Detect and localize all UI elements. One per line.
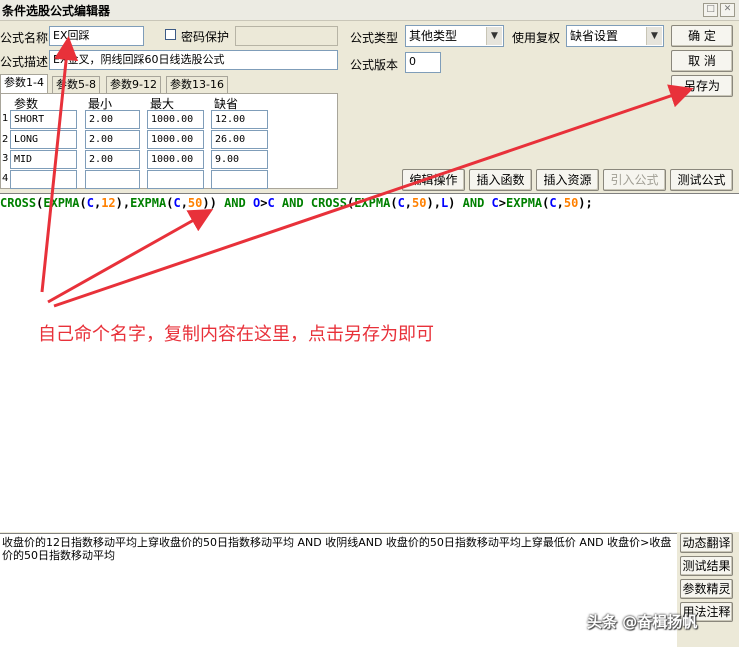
formula-type-label: 公式类型 [350, 31, 399, 45]
window-title: 条件选股公式编辑器 [2, 4, 111, 18]
code-token: 50 [187, 196, 203, 210]
row-number: 4 [2, 173, 9, 184]
fq-select[interactable]: 缺省设置 ▼ [566, 25, 664, 47]
test-result-button[interactable]: 测试结果 [680, 556, 733, 576]
chevron-down-icon[interactable]: ▼ [486, 27, 502, 45]
edit-op-button[interactable]: 编辑操作 [402, 169, 465, 191]
fq-label: 使用复权 [512, 31, 561, 45]
insert-res-button[interactable]: 插入资源 [536, 169, 599, 191]
code-token: EXPMA [130, 196, 167, 210]
code-token: C [86, 196, 94, 210]
param-min-cell[interactable]: 2.00 [85, 150, 140, 169]
code-token: ( [390, 196, 398, 210]
code-token: C [491, 196, 499, 210]
formula-desc-label: 公式描述 [0, 55, 49, 69]
formula-type-select[interactable]: 其他类型 ▼ [405, 25, 504, 47]
param-default-cell[interactable]: 12.00 [211, 110, 268, 129]
code-token: 50 [563, 196, 579, 210]
formula-name-input[interactable]: EX回踩 [49, 26, 144, 46]
formula-explanation: 收盘价的12日指数移动平均上穿收盘价的50日指数移动平均 AND 收阴线AND … [0, 533, 677, 647]
param-name-cell[interactable]: LONG [10, 130, 77, 149]
code-editor[interactable] [0, 193, 739, 532]
save-as-button[interactable]: 另存为 [671, 75, 733, 97]
row-number: 3 [2, 153, 9, 164]
param-name-cell[interactable] [10, 170, 77, 189]
code-token: 50 [412, 196, 427, 210]
formula-desc-input[interactable]: EX金叉，阴线回踩60日线选股公式 [49, 50, 338, 70]
ok-button[interactable]: 确 定 [671, 25, 733, 47]
code-token: CROSS [0, 196, 37, 210]
code-token: ) [448, 196, 463, 210]
close-icon[interactable]: ✕ [720, 3, 735, 17]
param-max-cell[interactable]: 1000.00 [147, 150, 204, 169]
tab-params-1-4[interactable]: 参数1-4 [0, 74, 48, 94]
password-label: 密码保护 [181, 30, 230, 44]
fq-value: 缺省设置 [570, 29, 619, 43]
code-token: C [549, 196, 557, 210]
code-line: CROSS(EXPMA(C,12),EXPMA(C,50)) AND O>C A… [0, 196, 593, 210]
code-token: C [397, 196, 405, 210]
param-min-cell[interactable]: 2.00 [85, 130, 140, 149]
password-checkbox[interactable] [165, 29, 176, 40]
code-token: AND [224, 196, 246, 210]
code-token: )) [202, 196, 225, 210]
version-label: 公式版本 [350, 58, 399, 72]
watermark: 头条 @奋楫扬帆 [587, 613, 698, 631]
chevron-down-icon[interactable]: ▼ [646, 27, 662, 45]
code-token: AND [281, 196, 304, 210]
param-max-cell[interactable]: 1000.00 [147, 130, 204, 149]
row-number: 1 [2, 113, 9, 124]
cancel-button[interactable]: 取 消 [671, 50, 733, 72]
code-token: EXPMA [354, 196, 391, 210]
code-token: , [180, 196, 188, 210]
maximize-icon[interactable]: □ [703, 3, 718, 17]
param-name-cell[interactable]: SHORT [10, 110, 77, 129]
tab-params-13-16[interactable]: 参数13-16 [166, 76, 228, 93]
tab-params-9-12[interactable]: 参数9-12 [106, 76, 161, 93]
code-token: CROSS [310, 196, 347, 210]
formula-name-label: 公式名称 [0, 31, 49, 45]
param-name-cell[interactable]: MID [10, 150, 77, 169]
title-bar [0, 0, 739, 21]
code-token: AND [462, 196, 485, 210]
code-token: ( [79, 196, 87, 210]
annotation-text: 自己命个名字，复制内容在这里，点击另存为即可 [38, 324, 434, 345]
import-formula-button[interactable]: 引入公式 [603, 169, 666, 191]
code-token: C [267, 196, 275, 210]
param-max-cell[interactable] [147, 170, 204, 189]
param-default-cell[interactable]: 9.00 [211, 150, 268, 169]
formula-type-value: 其他类型 [409, 29, 458, 43]
param-wizard-button[interactable]: 参数精灵 [680, 579, 733, 599]
param-default-cell[interactable]: 26.00 [211, 130, 268, 149]
param-default-cell[interactable] [211, 170, 268, 189]
version-input[interactable]: 0 [405, 52, 441, 73]
code-token: ), [426, 196, 441, 210]
code-token: C [173, 196, 181, 210]
code-token: , [404, 196, 413, 210]
code-token: ); [578, 196, 593, 210]
param-min-cell[interactable]: 2.00 [85, 110, 140, 129]
code-token: EXPMA [43, 196, 80, 210]
tab-params-5-8[interactable]: 参数5-8 [52, 76, 100, 93]
row-number: 2 [2, 134, 9, 145]
code-token: EXPMA [506, 196, 543, 210]
password-input[interactable] [235, 26, 338, 46]
param-min-cell[interactable] [85, 170, 140, 189]
test-formula-button[interactable]: 测试公式 [670, 169, 733, 191]
code-token: ), [115, 196, 131, 210]
code-token: > [498, 196, 507, 210]
code-token: 12 [101, 196, 116, 210]
param-max-cell[interactable]: 1000.00 [147, 110, 204, 129]
insert-func-button[interactable]: 插入函数 [469, 169, 532, 191]
dynamic-translate-button[interactable]: 动态翻译 [680, 533, 733, 553]
code-token: , [556, 196, 564, 210]
